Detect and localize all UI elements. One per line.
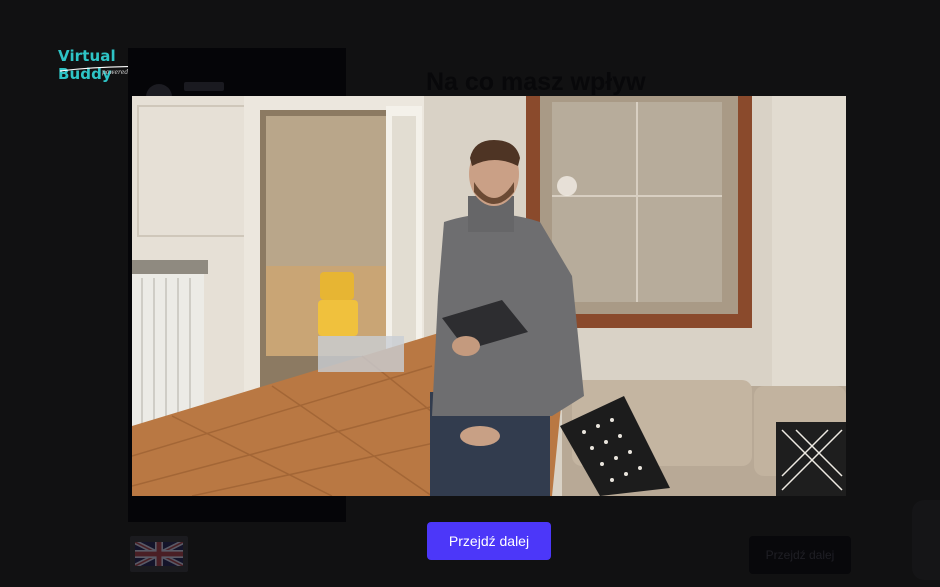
side-panel-name xyxy=(184,82,224,91)
presenter-video-frame xyxy=(132,96,846,496)
side-chat-tab xyxy=(912,500,940,580)
page-title: Na co masz wpływ xyxy=(426,68,646,96)
continue-button[interactable]: Przejdź dalej xyxy=(427,522,551,560)
video-player[interactable] xyxy=(132,96,846,496)
background-next-button: Przejdź dalej xyxy=(749,536,851,574)
language-flag-button[interactable] xyxy=(130,536,188,572)
uk-flag-icon xyxy=(135,542,183,566)
